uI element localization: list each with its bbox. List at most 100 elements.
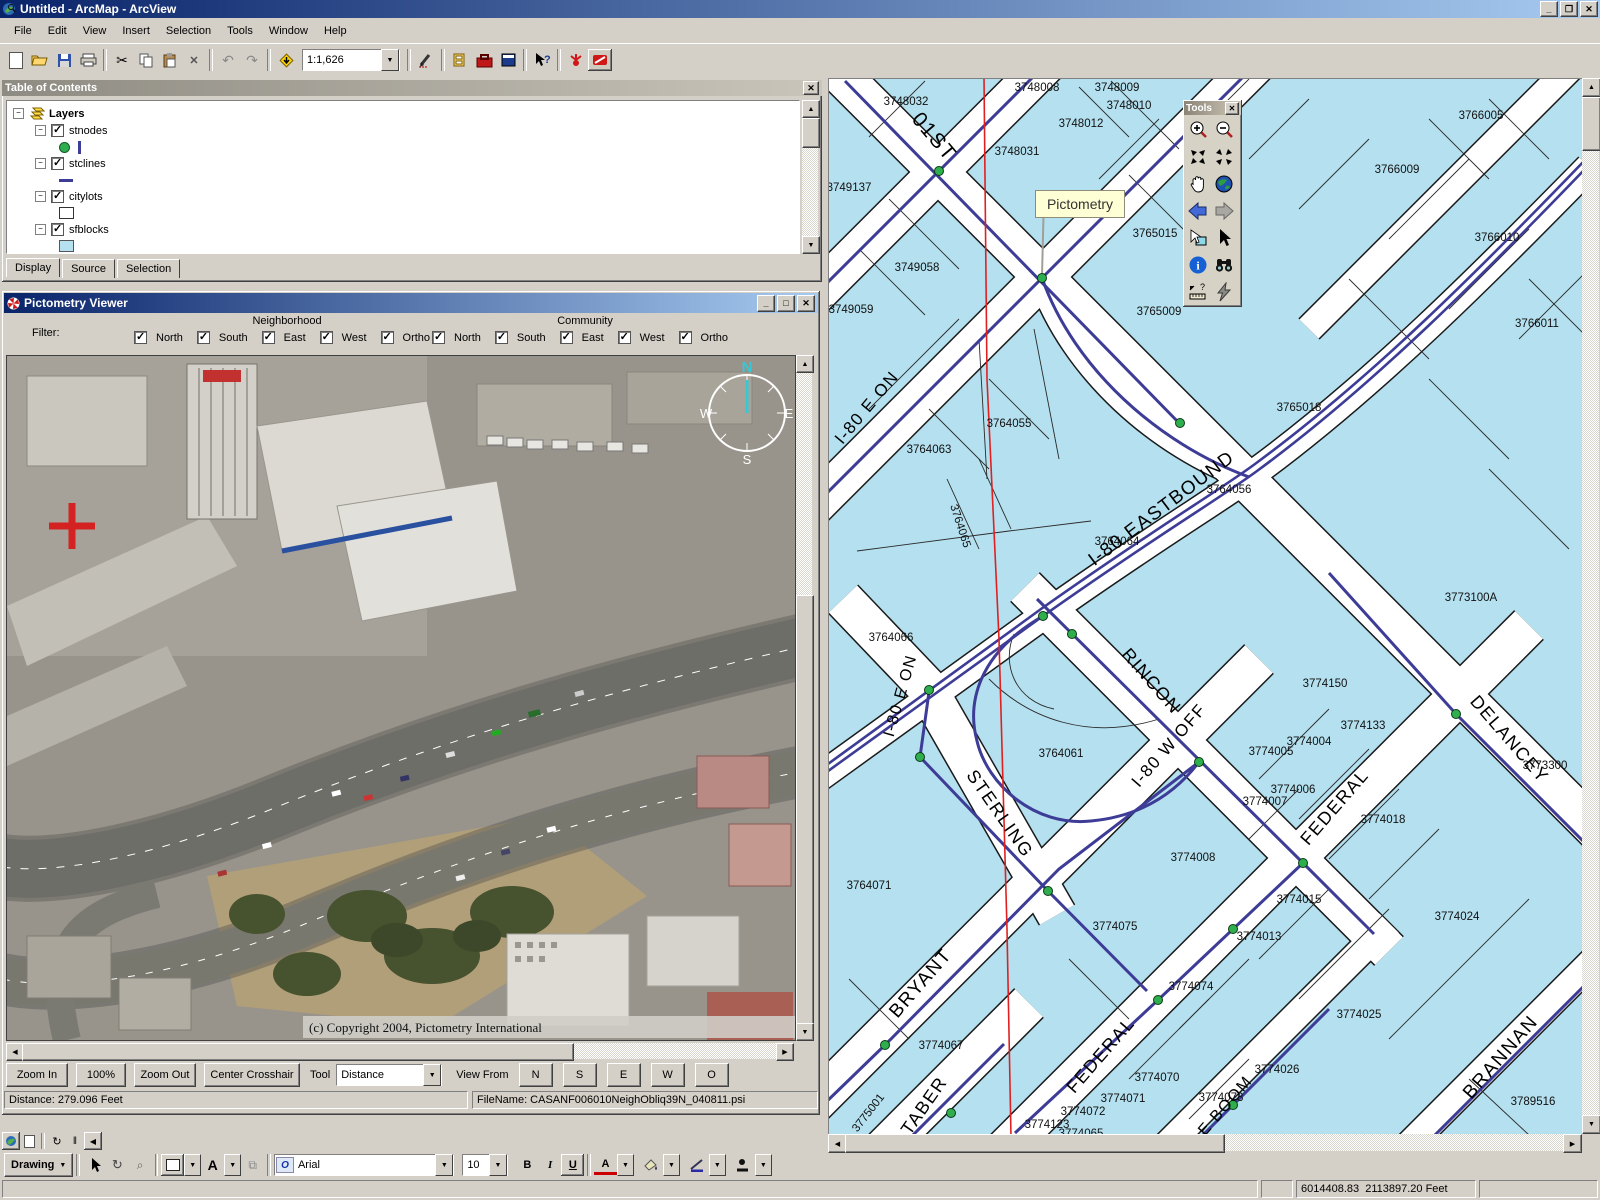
community-south-checkbox[interactable] xyxy=(495,331,508,344)
undo-icon[interactable]: ↶ xyxy=(216,49,240,71)
italic-button[interactable]: I xyxy=(539,1154,562,1176)
print-icon[interactable] xyxy=(76,49,100,71)
fill-color-icon[interactable] xyxy=(640,1154,663,1176)
find-icon[interactable] xyxy=(1211,251,1237,278)
data-view-icon[interactable] xyxy=(2,1132,20,1150)
delete-icon[interactable]: ✕ xyxy=(182,49,206,71)
rotate-element-icon[interactable]: ↻ xyxy=(106,1154,129,1176)
map-hscrollbar[interactable]: ◀ ▶ xyxy=(828,1134,1582,1151)
view-west-button[interactable]: W xyxy=(651,1063,685,1087)
community-ortho-checkbox[interactable] xyxy=(679,331,692,344)
open-folder-icon[interactable] xyxy=(28,49,52,71)
pan-icon[interactable] xyxy=(1185,170,1211,197)
map-scale-combo[interactable]: 1:1,626 ▼ xyxy=(302,49,400,71)
identify-icon[interactable]: i xyxy=(1185,251,1211,278)
arctoolbox-icon[interactable] xyxy=(472,49,496,71)
pictometry-viewer-icon[interactable] xyxy=(588,49,612,71)
add-data-icon[interactable] xyxy=(274,49,298,71)
pictometry-close-button[interactable]: ✕ xyxy=(797,295,815,312)
menu-selection[interactable]: Selection xyxy=(158,22,219,40)
layer-label-citylots[interactable]: citylots xyxy=(69,191,103,203)
drawing-menu-button[interactable]: Drawing ▼ xyxy=(4,1153,73,1177)
center-crosshair-button[interactable]: Center Crosshair xyxy=(204,1063,300,1087)
hyperlink-icon[interactable] xyxy=(1211,278,1237,305)
cut-icon[interactable]: ✂ xyxy=(110,49,134,71)
view-east-button[interactable]: E xyxy=(607,1063,641,1087)
rectangle-tool-icon[interactable] xyxy=(161,1154,184,1176)
paste-icon[interactable] xyxy=(158,49,182,71)
fixed-zoom-out-icon[interactable] xyxy=(1211,143,1237,170)
text-tool-icon[interactable]: A xyxy=(201,1154,224,1176)
neighborhood-south-checkbox[interactable] xyxy=(197,331,210,344)
select-elements-icon[interactable] xyxy=(1211,224,1237,251)
tab-display[interactable]: Display xyxy=(6,258,60,277)
community-east-checkbox[interactable] xyxy=(560,331,573,344)
layer-label-sfblocks[interactable]: sfblocks xyxy=(69,224,109,236)
menu-view[interactable]: View xyxy=(75,22,115,40)
edit-vertices-icon[interactable]: ⧉ xyxy=(241,1154,264,1176)
tool-select[interactable]: Distance ▼ xyxy=(336,1064,442,1086)
layer-label-stclines[interactable]: stclines xyxy=(69,158,106,170)
pause-drawing-icon[interactable]: ‖ xyxy=(66,1132,84,1150)
community-west-checkbox[interactable] xyxy=(618,331,631,344)
minimize-button[interactable]: _ xyxy=(1540,1,1558,17)
tools-palette-close-icon[interactable]: ✕ xyxy=(1225,102,1239,115)
zoom-in-icon[interactable] xyxy=(1185,116,1211,143)
tools-palette[interactable]: Tools ✕ i ? xyxy=(1183,100,1242,307)
go-back-icon[interactable] xyxy=(1185,197,1211,224)
neighborhood-ortho-checkbox[interactable] xyxy=(381,331,394,344)
line-color-icon[interactable] xyxy=(686,1154,709,1176)
arccatalog-icon[interactable] xyxy=(448,49,472,71)
collapse-icon[interactable]: − xyxy=(35,158,46,169)
go-forward-icon[interactable] xyxy=(1211,197,1237,224)
line-color-dropdown-icon[interactable]: ▼ xyxy=(709,1154,726,1176)
collapse-icon[interactable]: − xyxy=(35,125,46,136)
measure-icon[interactable]: ? xyxy=(1185,278,1211,305)
view-south-button[interactable]: S xyxy=(563,1063,597,1087)
shape-dropdown-icon[interactable]: ▼ xyxy=(184,1154,201,1176)
neighborhood-west-checkbox[interactable] xyxy=(320,331,333,344)
map-vscrollbar[interactable]: ▲ ▼ xyxy=(1582,78,1599,1134)
map-scale-value[interactable]: 1:1,626 xyxy=(303,54,381,66)
view-ortho-button[interactable]: O xyxy=(695,1063,729,1087)
text-dropdown-icon[interactable]: ▼ xyxy=(224,1154,241,1176)
font-color-button[interactable]: A xyxy=(594,1156,617,1175)
photo-hscrollbar[interactable]: ◀ ▶ xyxy=(6,1043,794,1059)
toc-scrollbar[interactable]: ▲ ▼ xyxy=(802,100,818,254)
pictometry-flag-icon[interactable] xyxy=(564,49,588,71)
refresh-view-icon[interactable]: ↻ xyxy=(48,1132,66,1150)
save-icon[interactable] xyxy=(52,49,76,71)
chevron-down-icon[interactable]: ▼ xyxy=(489,1154,507,1176)
layer-checkbox-stclines[interactable] xyxy=(51,157,64,170)
close-button[interactable]: ✕ xyxy=(1580,1,1598,17)
copy-icon[interactable] xyxy=(134,49,158,71)
scroll-left-icon[interactable]: ◀ xyxy=(84,1132,102,1150)
chevron-down-icon[interactable]: ▼ xyxy=(423,1064,441,1086)
whats-this-icon[interactable]: ? xyxy=(530,49,554,71)
select-features-icon[interactable] xyxy=(1185,224,1211,251)
editor-pencil-icon[interactable] xyxy=(414,49,438,71)
pictometry-maximize-button[interactable]: □ xyxy=(777,295,795,312)
full-extent-icon[interactable] xyxy=(1211,170,1237,197)
toc-titlebar[interactable]: Table of Contents ✕ xyxy=(2,80,822,96)
zoom-out-icon[interactable] xyxy=(1211,116,1237,143)
zoom-out-button[interactable]: Zoom Out xyxy=(134,1063,196,1087)
toc-close-icon[interactable]: ✕ xyxy=(803,81,819,95)
menu-help[interactable]: Help xyxy=(316,22,355,40)
menu-file[interactable]: File xyxy=(6,22,40,40)
collapse-icon[interactable]: − xyxy=(35,191,46,202)
tab-selection[interactable]: Selection xyxy=(117,259,180,278)
chevron-down-icon[interactable]: ▼ xyxy=(381,49,399,71)
view-north-button[interactable]: N xyxy=(519,1063,553,1087)
redo-icon[interactable]: ↷ xyxy=(240,49,264,71)
layer-checkbox-sfblocks[interactable] xyxy=(51,223,64,236)
marker-color-icon[interactable] xyxy=(732,1154,755,1176)
pictometry-minimize-button[interactable]: _ xyxy=(757,295,775,312)
neighborhood-north-checkbox[interactable] xyxy=(134,331,147,344)
zoom-100-button[interactable]: 100% xyxy=(76,1063,126,1087)
underline-button[interactable]: U xyxy=(561,1154,584,1176)
marker-color-dropdown-icon[interactable]: ▼ xyxy=(755,1154,772,1176)
collapse-icon[interactable]: − xyxy=(35,224,46,235)
collapse-icon[interactable]: − xyxy=(13,108,24,119)
toc-root-label[interactable]: Layers xyxy=(49,108,84,120)
